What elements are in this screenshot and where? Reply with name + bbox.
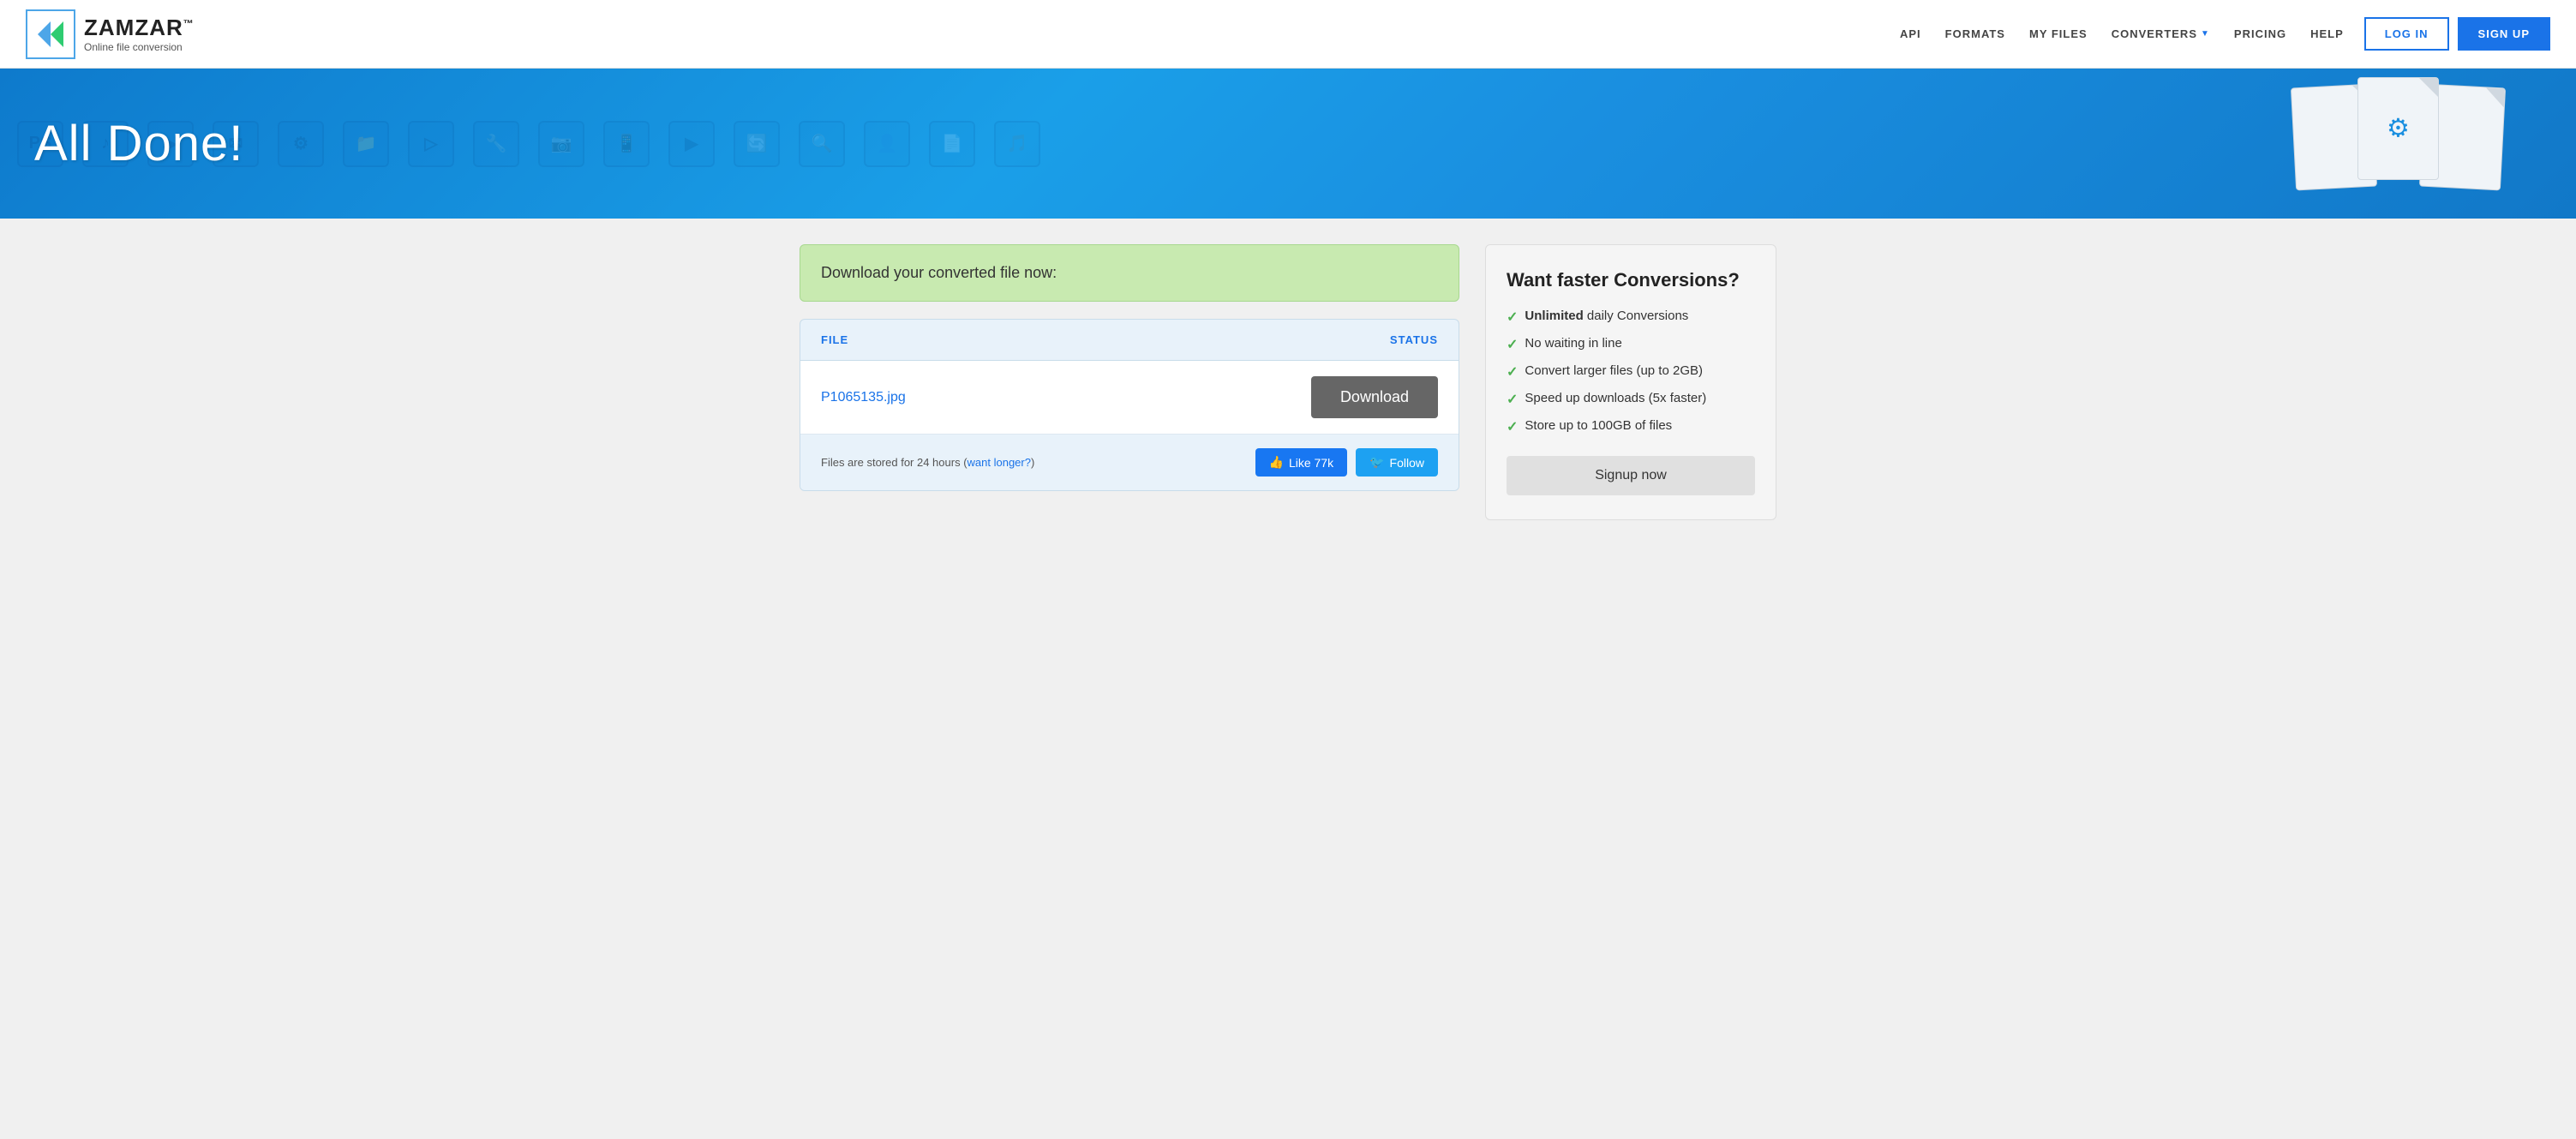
hero-icon: 📁 <box>343 121 389 167</box>
chevron-down-icon: ▼ <box>2201 29 2210 39</box>
header: ZAMZAR™ Online file conversion API FORMA… <box>0 0 2576 69</box>
hero-banner: PS ♪ ▶ ✉ ⚙ 📁 ▷ 🔧 📷 📱 ▶ 🔄 🔍 👤 📄 🎵 All Don… <box>0 69 2576 219</box>
list-item: ✓ No waiting in line <box>1507 336 1755 353</box>
main-nav: API FORMATS MY FILES CONVERTERS ▼ PRICIN… <box>1900 27 2344 40</box>
hero-icon: ▷ <box>408 121 454 167</box>
download-button[interactable]: Download <box>1311 376 1438 418</box>
signup-now-button[interactable]: Signup now <box>1507 456 1755 495</box>
twitter-follow-button[interactable]: 🐦 Follow <box>1356 448 1438 477</box>
nav-formats[interactable]: FORMATS <box>1945 27 2005 40</box>
promo-title: Want faster Conversions? <box>1507 269 1755 291</box>
hero-icon: ▶ <box>668 121 715 167</box>
twitter-follow-label: Follow <box>1390 456 1424 470</box>
list-item: ✓ Store up to 100GB of files <box>1507 418 1755 435</box>
logo-subtitle: Online file conversion <box>84 41 195 53</box>
list-item: ✓ Speed up downloads (5x faster) <box>1507 391 1755 408</box>
hero-icon: 🔍 <box>799 121 845 167</box>
check-icon: ✓ <box>1507 391 1518 408</box>
facebook-like-button[interactable]: 👍 Like 77k <box>1255 448 1348 477</box>
nav-pricing[interactable]: PRICING <box>2234 27 2286 40</box>
hero-icon: 🎵 <box>994 121 1040 167</box>
nav-help[interactable]: HELP <box>2310 27 2344 40</box>
left-panel: Download your converted file now: FILE S… <box>800 244 1459 520</box>
table-row: P1065135.jpg Download <box>800 361 1459 435</box>
success-message: Download your converted file now: <box>821 264 1057 281</box>
success-banner: Download your converted file now: <box>800 244 1459 302</box>
hero-icon: 🔄 <box>734 121 780 167</box>
hero-icon: 📄 <box>929 121 975 167</box>
promo-card: Want faster Conversions? ✓ Unlimited dai… <box>1485 244 1776 520</box>
check-icon: ✓ <box>1507 418 1518 435</box>
file-icon-mid: ⚙ <box>2357 77 2439 180</box>
check-icon: ✓ <box>1507 309 1518 326</box>
hero-icons: PS ♪ ▶ ✉ ⚙ 📁 ▷ 🔧 📷 📱 ▶ 🔄 🔍 👤 📄 🎵 <box>0 69 2576 219</box>
header-buttons: LOG IN SIGN UP <box>2364 17 2550 51</box>
hero-icon: 👤 <box>864 121 910 167</box>
main-content: Download your converted file now: FILE S… <box>774 244 1802 520</box>
hero-title: All Done! <box>34 115 243 172</box>
want-longer-link[interactable]: want longer? <box>967 456 1031 469</box>
logo[interactable]: ZAMZAR™ Online file conversion <box>26 9 195 59</box>
login-button[interactable]: LOG IN <box>2364 17 2449 51</box>
file-table: FILE STATUS P1065135.jpg Download Files … <box>800 319 1459 491</box>
table-header: FILE STATUS <box>800 320 1459 361</box>
fb-like-label: Like 77k <box>1289 456 1333 470</box>
nav-converters[interactable]: CONVERTERS ▼ <box>2112 27 2210 40</box>
hero-file-icons: ⚙ <box>2289 86 2507 189</box>
check-icon: ✓ <box>1507 363 1518 381</box>
hero-icon: 📷 <box>538 121 584 167</box>
social-buttons: 👍 Like 77k 🐦 Follow <box>1255 448 1439 477</box>
right-panel: Want faster Conversions? ✓ Unlimited dai… <box>1485 244 1776 520</box>
promo-list: ✓ Unlimited daily Conversions ✓ No waiti… <box>1507 309 1755 435</box>
file-footer: Files are stored for 24 hours (want long… <box>800 435 1459 490</box>
hero-icon: 📱 <box>603 121 650 167</box>
nav-my-files[interactable]: MY FILES <box>2029 27 2088 40</box>
list-item: ✓ Convert larger files (up to 2GB) <box>1507 363 1755 381</box>
hero-icon: ⚙ <box>278 121 324 167</box>
signup-button[interactable]: SIGN UP <box>2458 17 2550 51</box>
check-icon: ✓ <box>1507 336 1518 353</box>
logo-title: ZAMZAR™ <box>84 15 195 41</box>
gear-icon: ⚙ <box>2387 114 2410 144</box>
col-status-label: STATUS <box>1390 333 1438 346</box>
logo-icon <box>26 9 75 59</box>
list-item: ✓ Unlimited daily Conversions <box>1507 309 1755 326</box>
twitter-icon: 🐦 <box>1369 455 1384 470</box>
hero-icon: 🔧 <box>473 121 519 167</box>
col-file-label: FILE <box>821 333 848 346</box>
storage-note: Files are stored for 24 hours (want long… <box>821 456 1034 469</box>
nav-api[interactable]: API <box>1900 27 1921 40</box>
thumbs-up-icon: 👍 <box>1269 455 1284 470</box>
logo-text: ZAMZAR™ Online file conversion <box>84 15 195 53</box>
file-name-link[interactable]: P1065135.jpg <box>821 390 906 405</box>
